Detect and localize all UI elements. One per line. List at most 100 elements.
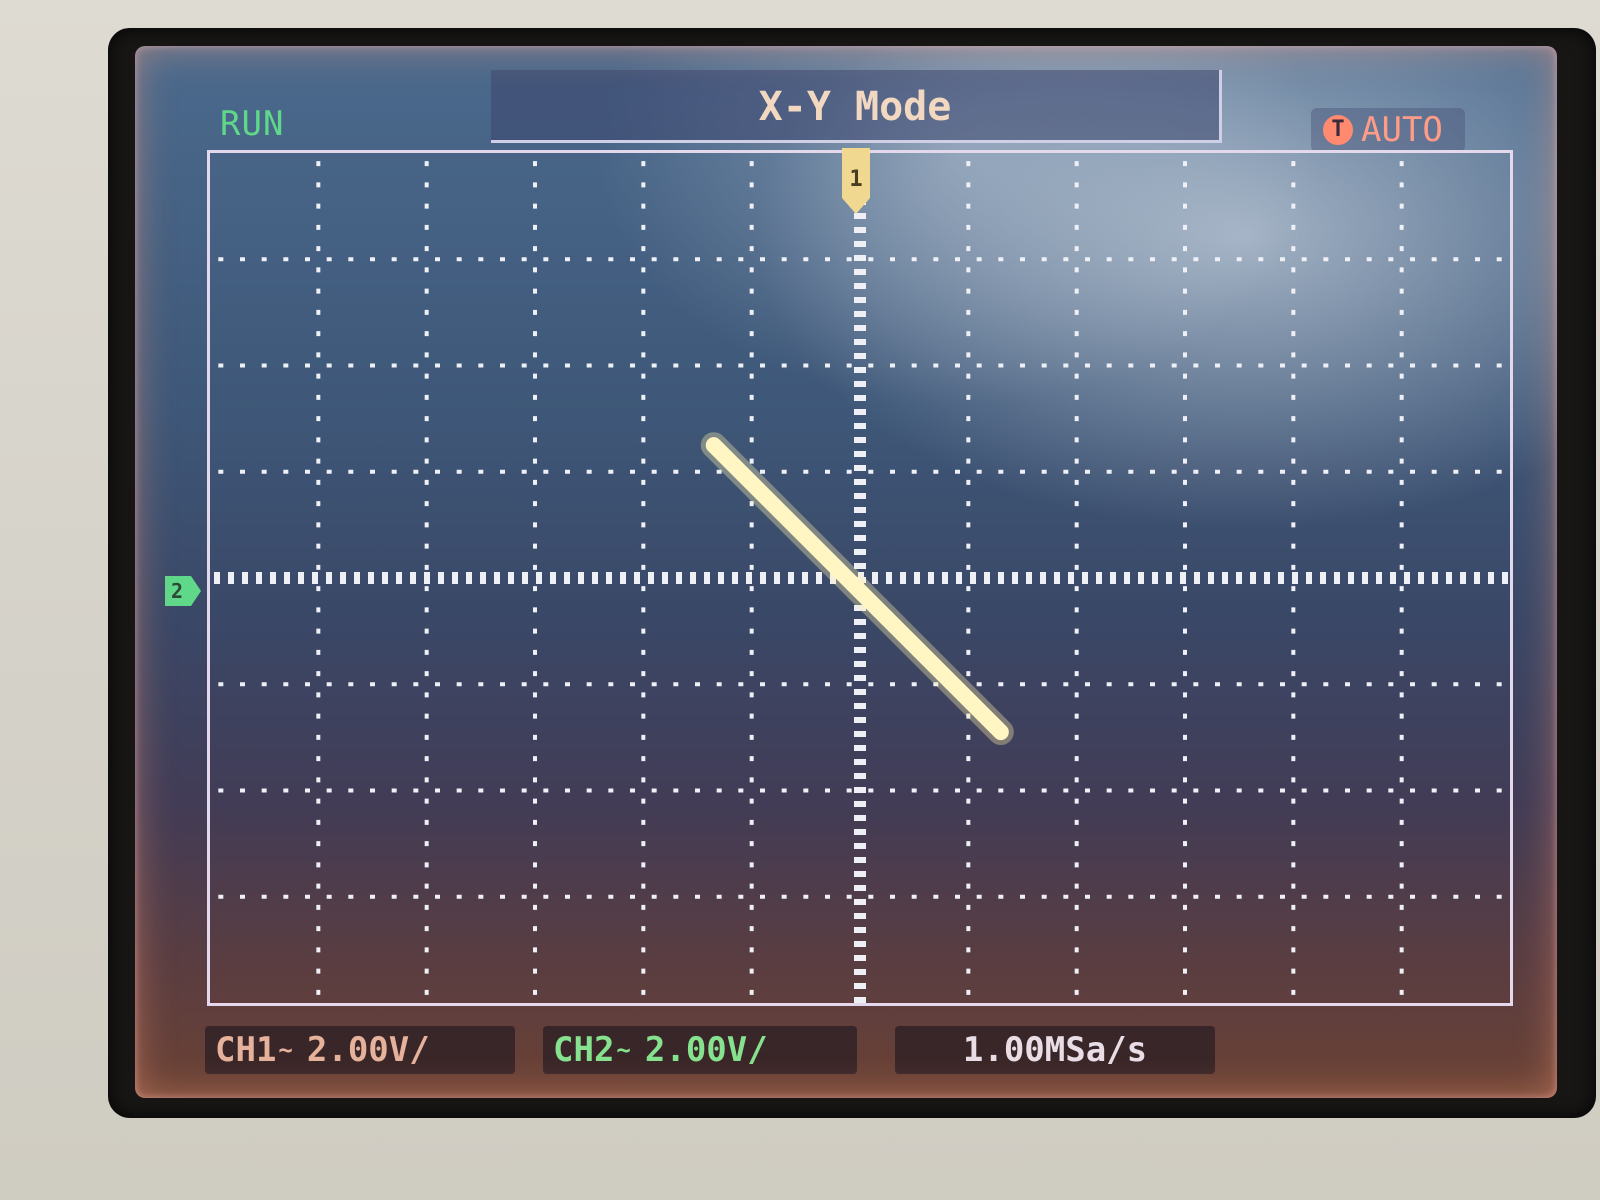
grid-center-tick xyxy=(854,409,866,415)
grid-center-tick xyxy=(1278,572,1284,584)
grid-dot xyxy=(1063,469,1069,474)
grid-dot xyxy=(1399,883,1404,889)
grid-dot xyxy=(240,682,245,687)
grid-dot xyxy=(716,257,722,262)
grid-center-tick xyxy=(854,437,866,443)
grid-dot xyxy=(641,649,646,655)
grid-dot xyxy=(1074,968,1079,974)
grid-center-tick xyxy=(984,572,990,584)
grid-dot xyxy=(1074,458,1079,464)
grid-dot xyxy=(586,363,592,368)
grid-center-tick xyxy=(494,572,500,584)
grid-dot xyxy=(911,788,917,793)
grid-dot xyxy=(316,479,321,485)
grid-dot xyxy=(749,947,754,953)
grid-dot xyxy=(533,309,537,315)
grid-dot xyxy=(424,862,429,868)
grid-center-tick xyxy=(854,983,866,989)
grid-dot xyxy=(966,734,971,740)
grid-dot xyxy=(1345,469,1350,474)
grid-dot xyxy=(413,788,419,793)
ch1-label: CH1 xyxy=(215,1030,277,1070)
grid-dot xyxy=(890,257,895,262)
grid-center-tick xyxy=(854,479,866,485)
grid-dot xyxy=(749,819,754,825)
grid-dot xyxy=(1399,734,1404,740)
grid-dot xyxy=(781,682,787,687)
grid-center-tick xyxy=(854,353,866,359)
grid-dot xyxy=(424,926,429,932)
grid-dot xyxy=(326,363,332,368)
grid-dot xyxy=(1399,968,1404,974)
ch1-ground-marker: 1 xyxy=(842,148,870,214)
grid-dot xyxy=(1183,224,1187,230)
grid-dot xyxy=(1074,182,1079,188)
grid-center-tick xyxy=(228,572,234,584)
grid-dot xyxy=(1041,363,1047,368)
grid-dot xyxy=(1171,363,1177,368)
grid-center-tick xyxy=(854,633,866,639)
grid-center-tick xyxy=(662,572,668,584)
grid-dot xyxy=(1399,416,1404,422)
grid-center-tick xyxy=(854,255,866,261)
grid-center-tick xyxy=(732,572,738,584)
grid-dot xyxy=(933,363,939,368)
grid-center-tick xyxy=(854,241,866,247)
grid-center-tick xyxy=(1390,572,1396,584)
grid-dot xyxy=(641,479,646,485)
grid-dot xyxy=(456,257,462,262)
run-status: RUN xyxy=(220,104,285,144)
grid-dot xyxy=(1183,649,1187,655)
grid-dot xyxy=(1475,469,1480,474)
grid-dot xyxy=(1183,267,1187,273)
grid-dot xyxy=(348,894,354,899)
mode-header: X-Y Mode xyxy=(491,70,1222,143)
grid-dot xyxy=(966,989,971,995)
grid-dot xyxy=(1074,862,1079,868)
grid-center-tick xyxy=(854,227,866,233)
ch1-scale: 2.00V/ xyxy=(306,1030,430,1070)
grid-dot xyxy=(1183,288,1187,294)
grid-dot xyxy=(316,628,321,634)
grid-dot xyxy=(435,363,440,368)
status-bar: CH1 ~ 2.00V/ CH2 ~ 2.00V/ 1.00MSa/s xyxy=(195,1018,1505,1080)
grid-dot xyxy=(749,926,754,932)
grid-dot xyxy=(1041,894,1047,899)
grid-dot xyxy=(521,257,527,262)
grid-dot xyxy=(1291,373,1296,379)
grid-dot xyxy=(890,788,895,793)
grid-center-tick xyxy=(802,572,808,584)
ch2-ground-marker: 2 xyxy=(165,576,201,606)
grid-dot xyxy=(391,469,397,474)
grid-dot xyxy=(1345,788,1350,793)
grid-dot xyxy=(641,904,646,910)
grid-dot xyxy=(533,692,537,698)
grid-dot xyxy=(966,819,971,825)
grid-center-tick xyxy=(956,572,962,584)
grid-dot xyxy=(749,309,754,315)
grid-center-tick xyxy=(854,801,866,807)
grid-dot xyxy=(424,628,429,634)
grid-dot xyxy=(316,182,321,188)
grid-dot xyxy=(1399,798,1404,804)
grid-dot xyxy=(749,989,754,995)
grid-dot xyxy=(424,904,429,910)
grid-dot xyxy=(370,363,375,368)
grid-dot xyxy=(1193,788,1199,793)
grid-dot xyxy=(749,416,754,422)
grid-dot xyxy=(424,416,429,422)
grid-center-tick xyxy=(354,572,360,584)
grid-center-tick xyxy=(854,871,866,877)
grid-center-tick xyxy=(1124,572,1130,584)
grid-dot xyxy=(565,894,570,899)
grid-dot xyxy=(521,682,527,687)
grid-dot xyxy=(424,819,429,825)
grid-dot xyxy=(1399,756,1404,762)
grid-dot xyxy=(1388,894,1394,899)
grid-dot xyxy=(749,586,754,592)
grid-dot xyxy=(641,437,646,443)
grid-dot xyxy=(533,479,537,485)
grid-center-tick xyxy=(854,731,866,737)
grid-dot xyxy=(1074,246,1079,252)
grid-dot xyxy=(1366,257,1372,262)
